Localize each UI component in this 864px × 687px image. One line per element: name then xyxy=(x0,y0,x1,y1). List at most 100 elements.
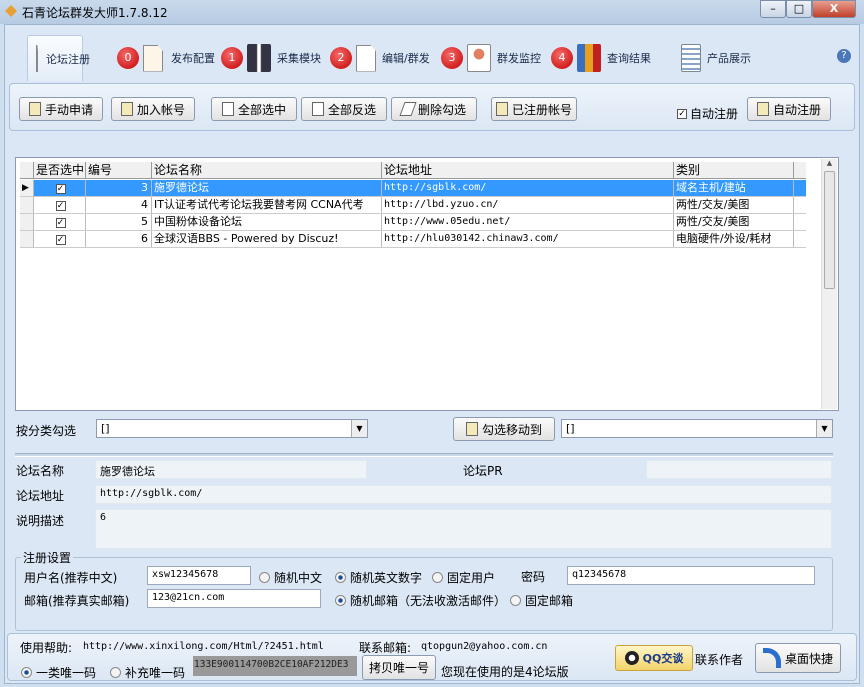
contact-author-link[interactable]: 联系作者 xyxy=(695,651,743,668)
button-label: 勾选移动到 xyxy=(481,422,542,437)
row-indicator[interactable] xyxy=(20,214,34,230)
table-row[interactable]: ✓ 6 全球汉语BBS - Powered by Discuz! http://… xyxy=(20,231,806,248)
forum-name-field[interactable]: 施罗德论坛 xyxy=(95,460,367,479)
row-id: 3 xyxy=(86,180,152,196)
row-category: 电脑硬件/外设/耗材 xyxy=(674,231,794,247)
tab-publish-config[interactable]: 0 发布配置 xyxy=(117,35,215,81)
edit-document-icon xyxy=(356,44,376,72)
button-label: 删除勾选 xyxy=(417,102,466,117)
col-forum-url[interactable]: 论坛地址 xyxy=(382,162,674,178)
row-forum-name: 施罗德论坛 xyxy=(152,180,382,196)
table-row[interactable]: ✓ 5 中国粉体设备论坛 http://www.05edu.net/ 两性/交友… xyxy=(20,214,806,231)
registered-accounts-button[interactable]: 已注册帐号 xyxy=(491,97,577,121)
tab-send-monitor[interactable]: 3 群发监控 xyxy=(441,35,541,81)
maximize-button[interactable]: □ xyxy=(786,0,812,18)
scroll-thumb[interactable] xyxy=(824,171,835,289)
checkbox-checked: ✓ xyxy=(677,108,687,119)
tab-forum-register[interactable]: 论坛注册 xyxy=(27,35,90,81)
table-row[interactable]: ✓ 4 IT认证考试代考论坛我要替考网 CCNA代考 http://lbd.yz… xyxy=(20,197,806,214)
auto-register-button[interactable]: 自动注册 xyxy=(747,97,831,121)
move-target-select[interactable]: [] ▼ xyxy=(561,419,833,438)
col-category[interactable]: 类别 xyxy=(674,162,794,178)
forum-name-label: 论坛名称 xyxy=(16,464,65,478)
chevron-down-icon: ▼ xyxy=(351,420,367,437)
radio-fixed-user[interactable]: 固定用户 xyxy=(432,569,495,586)
minimize-button[interactable]: – xyxy=(760,0,786,18)
desktop-shortcut-button[interactable]: 桌面快捷 xyxy=(755,643,841,673)
category-filter-select[interactable]: [] ▼ xyxy=(96,419,368,438)
row-checkbox[interactable]: ✓ xyxy=(34,197,86,213)
copy-code-button[interactable]: 拷贝唯一号 xyxy=(362,655,436,680)
delete-checked-button[interactable]: 删除勾选 xyxy=(391,97,477,121)
radio-class-code[interactable]: 一类唯一码 xyxy=(21,664,96,681)
row-indicator[interactable]: ▶ xyxy=(20,180,34,196)
shortcut-arrow-icon xyxy=(762,648,781,668)
radio-icon xyxy=(110,667,121,678)
radio-random-alnum[interactable]: 随机英文数字 xyxy=(335,569,422,586)
help-url-link[interactable]: http://www.xinxilong.com/Html/?2451.html xyxy=(83,641,324,652)
bar-chart-icon xyxy=(577,44,601,72)
radio-label: 补充唯一码 xyxy=(125,666,186,680)
table-row[interactable]: ▶ ✓ 3 施罗德论坛 http://sgblk.com/ 域名主机/建站 xyxy=(20,180,806,197)
tab-query-results[interactable]: 4 查询结果 xyxy=(551,35,651,81)
radio-fixed-email[interactable]: 固定邮箱 xyxy=(510,592,573,609)
radio-random-email[interactable]: 随机邮箱（无法收激活邮件） xyxy=(335,592,506,609)
manual-apply-button[interactable]: 手动申请 xyxy=(19,97,103,121)
button-label: 全部反选 xyxy=(327,102,376,117)
row-forum-url: http://hlu030142.chinaw3.com/ xyxy=(382,231,674,247)
tab-label: 编辑/群发 xyxy=(382,52,430,65)
contact-email[interactable]: qtopgun2@yahoo.com.cn xyxy=(421,641,547,652)
select-all-button[interactable]: 全部选中 xyxy=(211,97,297,121)
col-selected[interactable]: 是否选中 xyxy=(34,162,86,178)
row-indicator[interactable] xyxy=(20,197,34,213)
button-label: 加入帐号 xyxy=(136,102,185,117)
document-icon xyxy=(143,44,163,72)
row-id: 5 xyxy=(86,214,152,230)
forum-grid[interactable]: 是否选中 编号 论坛名称 论坛地址 类别 ▶ ✓ 3 施罗德论坛 http://… xyxy=(15,157,839,411)
tab-label: 论坛注册 xyxy=(46,52,90,66)
forum-url-field[interactable]: http://sgblk.com/ xyxy=(95,485,832,504)
move-checked-button[interactable]: 勾选移动到 xyxy=(453,417,555,441)
email-input[interactable]: 123@21cn.com xyxy=(147,589,321,608)
checkbox-checked: ✓ xyxy=(55,235,66,245)
radio-label: 随机邮箱（无法收激活邮件） xyxy=(350,594,507,608)
radio-random-chinese[interactable]: 随机中文 xyxy=(259,569,322,586)
step-badge: 0 xyxy=(117,47,139,69)
tab-collect-module[interactable]: 1 采集模块 xyxy=(221,35,321,81)
close-button[interactable]: X xyxy=(812,0,856,18)
description-field[interactable]: 6 xyxy=(95,509,832,549)
password-input[interactable]: q12345678 xyxy=(567,566,815,585)
username-input[interactable]: xsw12345678 xyxy=(147,566,251,585)
checkbox-checked: ✓ xyxy=(55,201,66,211)
tab-product-showcase[interactable]: 产品展示 xyxy=(681,35,751,81)
grid-scrollbar[interactable]: ▲ xyxy=(821,159,837,409)
add-account-button[interactable]: 加入帐号 xyxy=(111,97,195,121)
help-icon[interactable]: ? xyxy=(837,49,851,63)
row-checkbox[interactable]: ✓ xyxy=(34,231,86,247)
col-id[interactable]: 编号 xyxy=(86,162,152,178)
invert-select-button[interactable]: 全部反选 xyxy=(301,97,387,121)
auto-register-checkbox[interactable]: ✓ 自动注册 xyxy=(677,105,738,122)
unique-code-field[interactable]: 133E900114700B2CE10AF212DE3 xyxy=(193,656,357,676)
select-value: [] xyxy=(101,422,110,435)
username-label: 用户名(推荐中文) xyxy=(24,571,118,585)
radio-selected-icon xyxy=(335,595,346,606)
row-checkbox[interactable]: ✓ xyxy=(34,214,86,230)
filter-label: 按分类勾选 xyxy=(16,424,77,438)
row-id: 4 xyxy=(86,197,152,213)
radio-extra-code[interactable]: 补充唯一码 xyxy=(110,664,185,681)
radio-icon xyxy=(432,572,443,583)
qq-chat-button[interactable]: QQ交谈 xyxy=(615,645,693,671)
title-bar: 石青论坛群发大师1.7.8.12 – □ X xyxy=(0,0,864,24)
row-forum-name: 全球汉语BBS - Powered by Discuz! xyxy=(152,231,382,247)
row-indicator[interactable] xyxy=(20,231,34,247)
list-icon xyxy=(495,102,508,116)
tab-edit-send[interactable]: 2 编辑/群发 xyxy=(330,35,430,81)
button-label: 手动申请 xyxy=(44,102,93,117)
button-label: 自动注册 xyxy=(772,102,821,117)
row-checkbox[interactable]: ✓ xyxy=(34,180,86,196)
forum-pr-field[interactable] xyxy=(646,460,832,479)
radio-selected-icon xyxy=(21,667,32,678)
contact-label: 联系邮箱: xyxy=(359,641,412,655)
col-forum-name[interactable]: 论坛名称 xyxy=(152,162,382,178)
